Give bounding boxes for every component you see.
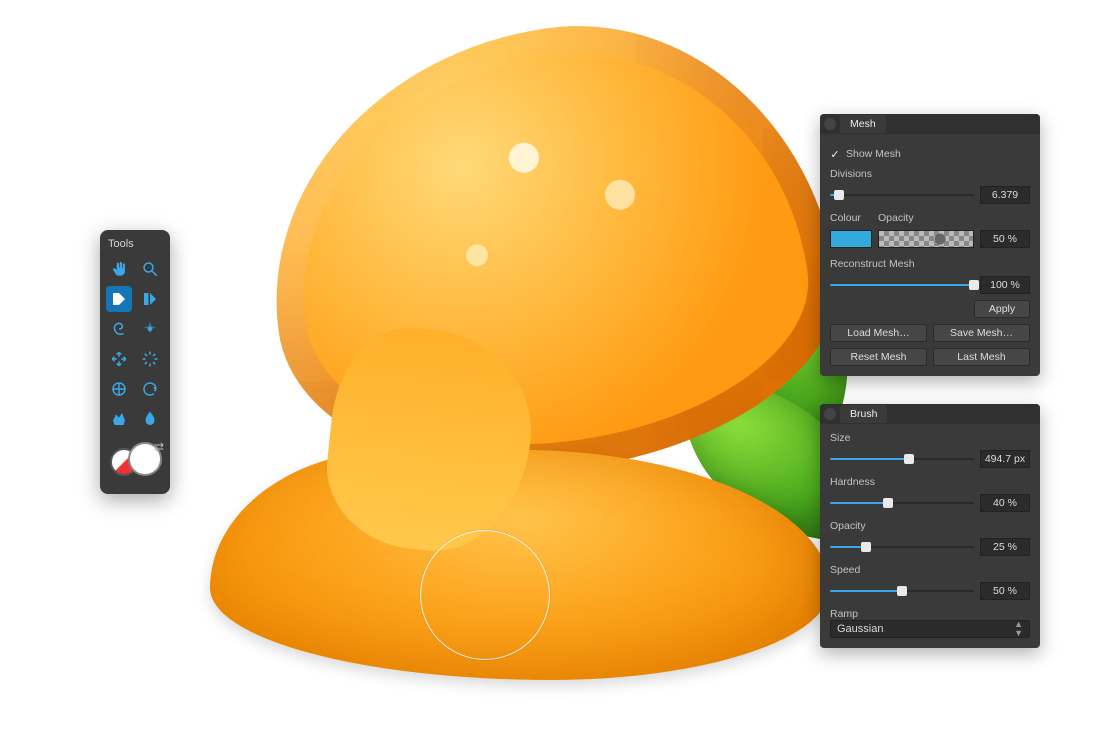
reconstruct-tool-icon[interactable] — [137, 376, 163, 402]
last-mesh-button[interactable]: Last Mesh — [933, 348, 1030, 366]
brush-size-label: Size — [830, 432, 1030, 444]
brush-tab[interactable]: Brush — [840, 405, 887, 423]
brush-opacity-slider[interactable] — [830, 540, 974, 554]
liquify-push-icon[interactable] — [106, 286, 132, 312]
mesh-opacity-label: Opacity — [878, 212, 914, 224]
mesh-opacity-picker[interactable] — [878, 230, 974, 248]
chevron-updown-icon: ▲▼ — [1014, 620, 1023, 638]
brush-size-value[interactable]: 494.7 px — [980, 450, 1030, 468]
show-mesh-label: Show Mesh — [846, 148, 901, 160]
load-mesh-button[interactable]: Load Mesh… — [830, 324, 927, 342]
brush-panel: Brush Size 494.7 px Hardness 40 % Opacity 25 … — [820, 404, 1040, 648]
mesh-tab[interactable]: Mesh — [840, 115, 886, 133]
color-wells: ⇄ — [106, 440, 164, 484]
brush-opacity-value[interactable]: 25 % — [980, 538, 1030, 556]
brush-speed-value[interactable]: 50 % — [980, 582, 1030, 600]
save-mesh-button[interactable]: Save Mesh… — [933, 324, 1030, 342]
reset-mesh-button[interactable]: Reset Mesh — [830, 348, 927, 366]
brush-hardness-label: Hardness — [830, 476, 1030, 488]
turbulence-tool-icon[interactable] — [137, 346, 163, 372]
reconstruct-label: Reconstruct Mesh — [830, 258, 1030, 270]
zoom-tool-icon[interactable] — [137, 256, 163, 282]
liquify-push-left-icon[interactable] — [137, 286, 163, 312]
freeze-tool-icon[interactable] — [106, 406, 132, 432]
show-mesh-checkbox[interactable]: ✓ — [830, 149, 840, 159]
brush-cursor-ring — [420, 530, 550, 660]
divisions-value[interactable]: 6.379 — [980, 186, 1030, 204]
thaw-tool-icon[interactable] — [137, 406, 163, 432]
hand-tool-icon[interactable] — [106, 256, 132, 282]
reconstruct-slider[interactable] — [830, 278, 974, 292]
tools-panel: Tools ⇄ — [100, 230, 170, 494]
brush-hardness-value[interactable]: 40 % — [980, 494, 1030, 512]
tools-panel-title: Tools — [106, 236, 164, 256]
twirl-tool-icon[interactable] — [106, 316, 132, 342]
brush-ramp-value: Gaussian — [837, 623, 883, 635]
mesh-clone-icon[interactable] — [106, 376, 132, 402]
brush-opacity-label: Opacity — [830, 520, 1030, 532]
colour-label: Colour — [830, 212, 872, 224]
divisions-label: Divisions — [830, 168, 1030, 180]
mesh-opacity-value[interactable]: 50 % — [980, 230, 1030, 248]
mesh-panel: Mesh ✓ Show Mesh Divisions 6.379 Colour … — [820, 114, 1040, 376]
swap-colors-icon[interactable]: ⇄ — [154, 440, 164, 454]
brush-ramp-select[interactable]: Gaussian ▲▼ — [830, 620, 1030, 638]
panel-menu-icon[interactable] — [824, 408, 836, 420]
mesh-colour-swatch[interactable] — [830, 230, 872, 248]
apply-button[interactable]: Apply — [974, 300, 1030, 318]
divisions-slider[interactable] — [830, 188, 974, 202]
panel-menu-icon[interactable] — [824, 118, 836, 130]
brush-speed-label: Speed — [830, 564, 1030, 576]
pinch-tool-icon[interactable] — [137, 316, 163, 342]
brush-ramp-label: Ramp — [830, 608, 1030, 620]
brush-speed-slider[interactable] — [830, 584, 974, 598]
brush-hardness-slider[interactable] — [830, 496, 974, 510]
reconstruct-value[interactable]: 100 % — [980, 276, 1030, 294]
brush-size-slider[interactable] — [830, 452, 974, 466]
punch-tool-icon[interactable] — [106, 346, 132, 372]
